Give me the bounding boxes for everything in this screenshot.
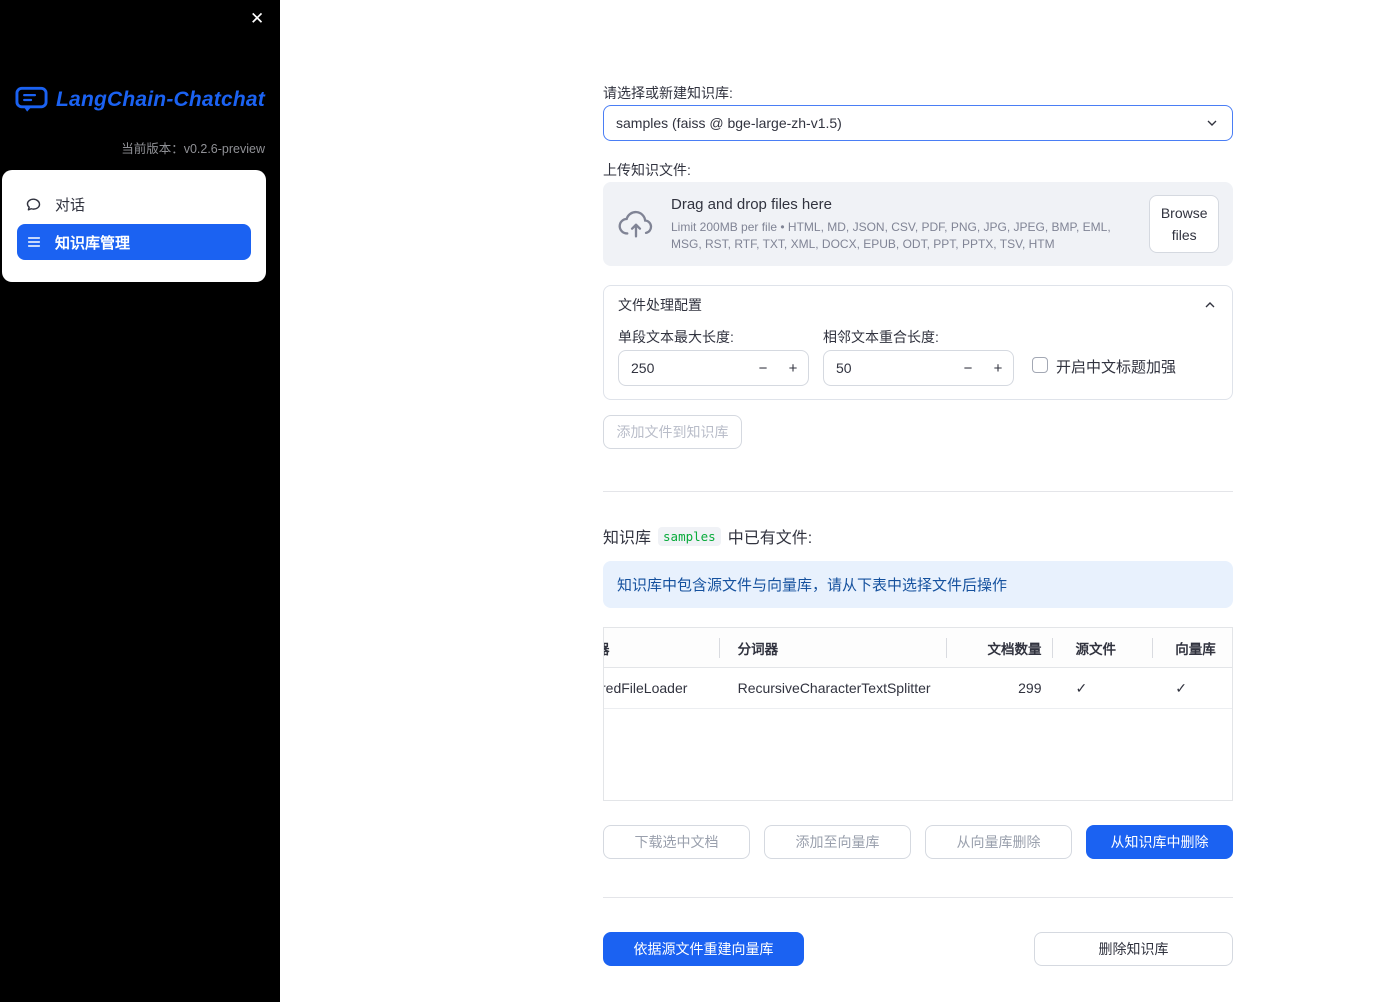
- delete-from-vector-store-button[interactable]: 从向量库删除: [925, 825, 1072, 859]
- dropzone-title: Drag and drop files here: [671, 195, 832, 213]
- expander-title: 文件处理配置: [618, 297, 702, 313]
- logo-chat-bubble-icon: [15, 86, 48, 114]
- cell-doc-count: 299: [1018, 680, 1042, 696]
- version-label: 当前版本：v0.2.6-preview: [121, 142, 265, 156]
- plus-icon[interactable]: +: [983, 351, 1013, 385]
- app-window: ✕ LangChain-Chatchat 当前版本：v0.2.6-preview: [0, 0, 1380, 1002]
- add-to-vector-store-button[interactable]: 添加至向量库: [764, 825, 911, 859]
- max-length-label: 单段文本最大长度:: [618, 329, 734, 345]
- cell-loader: redFileLoader: [604, 680, 688, 696]
- rebuild-vector-store-button[interactable]: 依据源文件重建向量库: [603, 932, 804, 966]
- column-header-splitter[interactable]: 分词器: [720, 628, 947, 667]
- kb-select[interactable]: samples (faiss @ bge-large-zh-v1.5): [603, 105, 1233, 141]
- add-files-to-kb-button[interactable]: 添加文件到知识库: [603, 415, 742, 449]
- delete-kb-button[interactable]: 删除知识库: [1034, 932, 1233, 966]
- cell-source-file-check: ✓: [1075, 679, 1088, 696]
- table-row[interactable]: redFileLoader RecursiveCharacterTextSpli…: [604, 668, 1232, 709]
- expander-body: 单段文本最大长度: 相邻文本重合长度: 250 − + 50 − + 开启中文标…: [604, 324, 1232, 400]
- dropzone-text: Drag and drop files here Limit 200MB per…: [671, 196, 1133, 253]
- column-header-loader[interactable]: 器: [604, 628, 720, 667]
- sidebar-menu: 对话 知识库管理: [2, 170, 266, 282]
- expander-header[interactable]: 文件处理配置: [604, 286, 1232, 324]
- divider: [603, 897, 1233, 898]
- close-icon[interactable]: ✕: [246, 6, 268, 31]
- overlap-value[interactable]: 50: [824, 360, 953, 376]
- upload-label: 上传知识文件:: [603, 162, 691, 178]
- app-logo: LangChain-Chatchat: [0, 86, 280, 114]
- max-length-stepper[interactable]: 250 − +: [618, 350, 809, 386]
- cell-vector-store-check: ✓: [1175, 679, 1187, 696]
- column-header-doc-count[interactable]: 文档数量: [947, 628, 1054, 667]
- dropzone-limit: Limit 200MB per file • HTML, MD, JSON, C…: [671, 219, 1111, 251]
- main-content: 请选择或新建知识库: samples (faiss @ bge-large-zh…: [603, 0, 1233, 1002]
- file-config-expander: 文件处理配置 单段文本最大长度: 相邻文本重合长度: 250 − + 50 − …: [603, 285, 1233, 400]
- minus-icon[interactable]: −: [953, 351, 983, 385]
- cloud-upload-icon: [617, 208, 655, 240]
- zh-title-checkbox[interactable]: [1032, 357, 1048, 373]
- chevron-down-icon: [1204, 115, 1220, 131]
- kb-name-code: samples: [658, 526, 721, 546]
- sidebar-item-knowledge-base[interactable]: 知识库管理: [17, 224, 251, 260]
- sidebar: ✕ LangChain-Chatchat 当前版本：v0.2.6-preview: [0, 0, 280, 1002]
- cell-splitter: RecursiveCharacterTextSplitter: [737, 680, 931, 696]
- existing-files-prefix: 知识库: [603, 530, 652, 547]
- info-banner: 知识库中包含源文件与向量库，请从下表中选择文件后操作: [603, 561, 1233, 608]
- existing-files-suffix: 中已有文件:: [727, 530, 813, 547]
- file-dropzone[interactable]: Drag and drop files here Limit 200MB per…: [603, 182, 1233, 266]
- max-length-value[interactable]: 250: [619, 360, 748, 376]
- column-header-vector-store[interactable]: 向量库: [1153, 628, 1232, 667]
- sidebar-item-label: 知识库管理: [55, 234, 131, 252]
- column-header-source-file[interactable]: 源文件: [1053, 628, 1153, 667]
- sidebar-item-dialogue[interactable]: 对话: [17, 186, 251, 222]
- divider: [603, 491, 1233, 492]
- zh-title-checkbox-label[interactable]: 开启中文标题加强: [1056, 356, 1176, 377]
- overlap-stepper[interactable]: 50 − +: [823, 350, 1014, 386]
- kb-select-value: samples (faiss @ bge-large-zh-v1.5): [616, 115, 842, 131]
- list-icon: [25, 234, 42, 250]
- minus-icon[interactable]: −: [748, 351, 778, 385]
- table-header-row: 器 分词器 文档数量 源文件 向量库: [604, 628, 1232, 668]
- logo-text: LangChain-Chatchat: [56, 88, 265, 111]
- files-table: 器 分词器 文档数量 源文件 向量库 redFileLoader Recursi…: [603, 627, 1233, 801]
- browse-files-button[interactable]: Browse files: [1149, 194, 1219, 254]
- plus-icon[interactable]: +: [778, 351, 808, 385]
- sidebar-item-label: 对话: [55, 196, 86, 214]
- file-action-buttons: 下载选中文档 添加至向量库 从向量库删除 从知识库中删除: [603, 825, 1233, 859]
- chat-bubble-icon: [25, 196, 42, 213]
- kb-select-label: 请选择或新建知识库:: [603, 85, 733, 101]
- overlap-label: 相邻文本重合长度:: [823, 329, 939, 345]
- chevron-up-icon: [1202, 297, 1218, 313]
- delete-from-kb-button[interactable]: 从知识库中删除: [1086, 825, 1233, 859]
- download-selected-button[interactable]: 下载选中文档: [603, 825, 750, 859]
- existing-files-heading: 知识库 samples 中已有文件:: [603, 524, 812, 548]
